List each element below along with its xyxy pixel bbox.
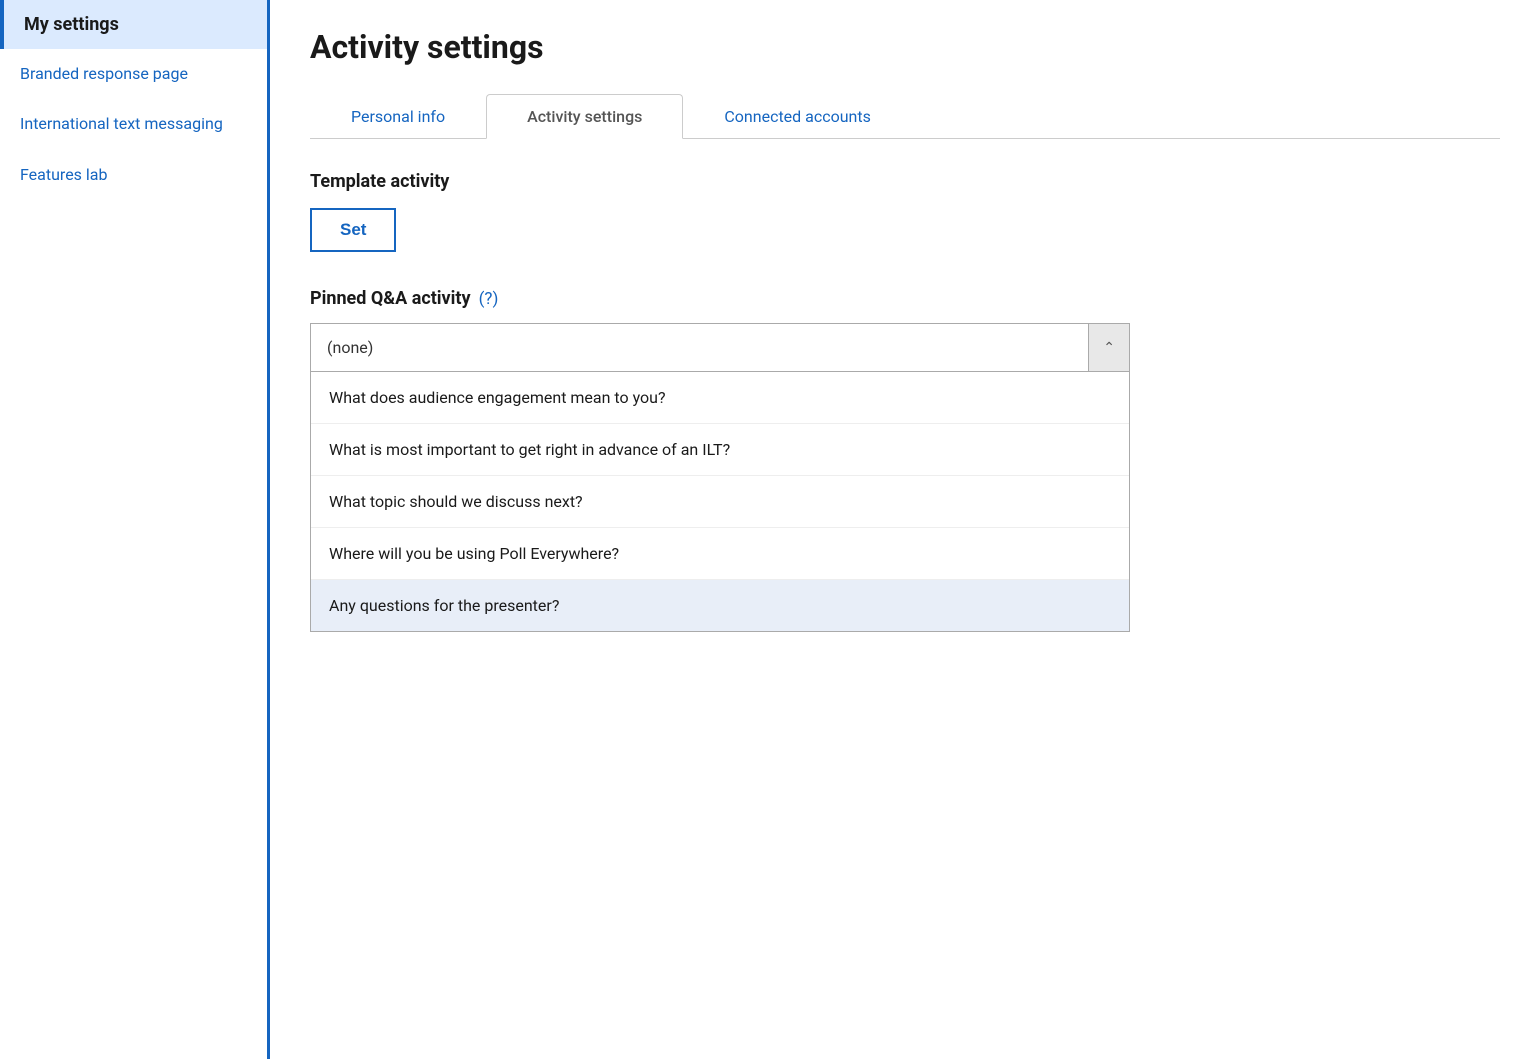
dropdown-option[interactable]: What topic should we discuss next? — [311, 476, 1129, 528]
pinned-qa-dropdown[interactable]: (none) ⌃ What does audience engagement m… — [310, 323, 1130, 632]
tabs-container: Personal info Activity settings Connecte… — [310, 94, 1500, 139]
chevron-up-icon[interactable]: ⌃ — [1088, 324, 1129, 371]
dropdown-selected-bar[interactable]: (none) ⌃ — [310, 323, 1130, 371]
main-content: Activity settings Personal info Activity… — [270, 0, 1540, 1059]
dropdown-option[interactable]: What does audience engagement mean to yo… — [311, 372, 1129, 424]
pinned-qa-title: Pinned Q&A activity (?) — [310, 288, 1500, 309]
dropdown-option-highlighted[interactable]: Any questions for the presenter? — [311, 580, 1129, 631]
template-activity-title: Template activity — [310, 171, 1500, 192]
sidebar-item-branded-response[interactable]: Branded response page — [0, 49, 267, 99]
tab-personal-info[interactable]: Personal info — [310, 94, 486, 139]
dropdown-option[interactable]: Where will you be using Poll Everywhere? — [311, 528, 1129, 580]
page-title: Activity settings — [310, 28, 1500, 66]
pinned-qa-section: Pinned Q&A activity (?) (none) ⌃ What do… — [310, 288, 1500, 632]
sidebar-active-item: My settings — [0, 0, 267, 49]
tab-activity-settings[interactable]: Activity settings — [486, 94, 683, 139]
dropdown-options-list: What does audience engagement mean to yo… — [310, 371, 1130, 632]
dropdown-option[interactable]: What is most important to get right in a… — [311, 424, 1129, 476]
dropdown-selected-value: (none) — [327, 338, 1088, 357]
sidebar-item-international-text[interactable]: International text messaging — [0, 99, 267, 149]
sidebar: My settings Branded response page Intern… — [0, 0, 270, 1059]
pinned-qa-help-icon[interactable]: (?) — [479, 289, 499, 309]
template-activity-section: Template activity Set — [310, 171, 1500, 288]
tab-connected-accounts[interactable]: Connected accounts — [683, 94, 912, 139]
sidebar-item-features-lab[interactable]: Features lab — [0, 150, 267, 200]
set-button[interactable]: Set — [310, 208, 396, 252]
pinned-qa-label: Pinned Q&A activity — [310, 288, 471, 309]
